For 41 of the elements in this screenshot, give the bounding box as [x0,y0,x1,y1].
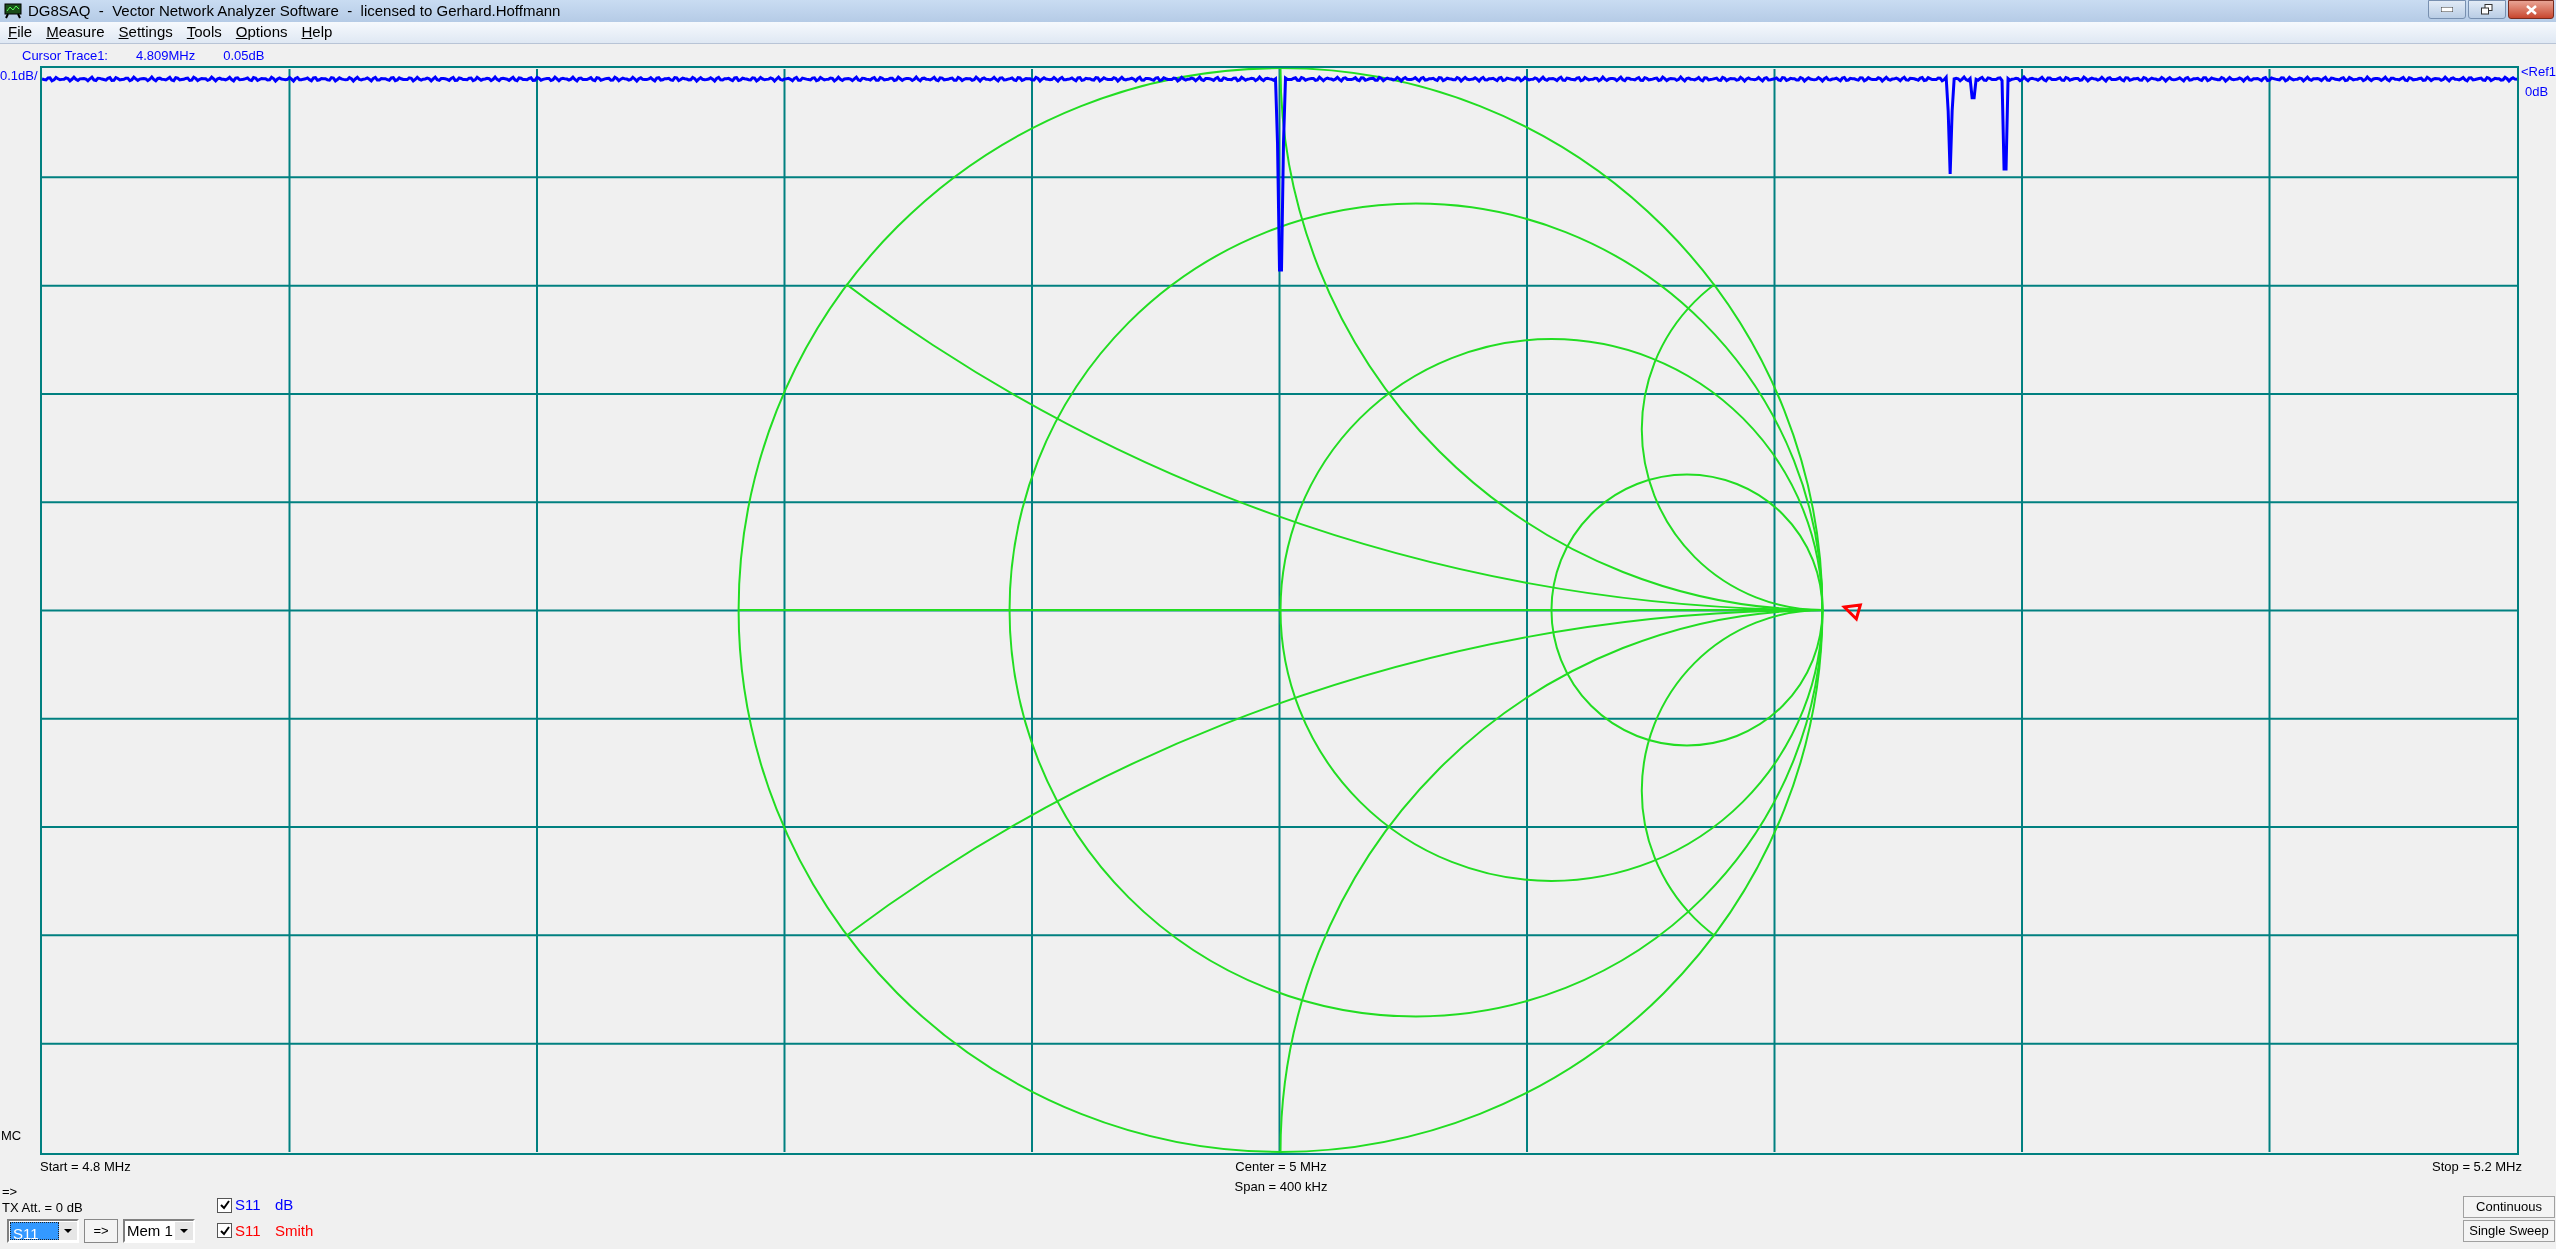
close-icon [2525,4,2537,15]
close-button[interactable] [2508,0,2554,19]
sweep-button[interactable]: Continuous [2463,1196,2555,1218]
menu-item[interactable]: Measure [39,21,112,44]
ref-label: <Ref1 [2520,63,2556,81]
menu-item[interactable]: Options [228,21,295,44]
start-label: Start = 4.8 MHz [40,1158,132,1176]
dropdown-value: S11 [10,1222,59,1240]
center-label: Center = 5 MHz [1235,1158,1327,1176]
trace-format: Smith [275,1220,314,1241]
cursor-label: Cursor Trace1: [22,47,108,66]
checkmark-icon [219,1200,230,1211]
menu-item[interactable]: Settings [111,21,180,44]
scale-label: 0.1dB/ [0,67,39,85]
menu-item[interactable]: Tools [179,21,229,44]
copy-to-memory-button[interactable]: => [84,1219,118,1243]
app-icon [4,3,22,19]
arrow-label: => [2,1184,19,1199]
trace-parameter: S11 [235,1220,262,1241]
menu-item[interactable]: Help [294,21,340,44]
sweep-button[interactable]: Single Sweep [2463,1220,2555,1242]
dropdown-value: Mem 1 [126,1220,174,1241]
tx-attenuation-label: TX Att. = 0 dB [2,1199,84,1217]
restore-button[interactable] [2468,0,2506,19]
memory-dropdown[interactable]: Mem 1 [123,1219,195,1243]
cursor-frequency: 4.809MHz [136,47,196,66]
trace-checkbox[interactable] [217,1223,232,1239]
minimize-icon [2441,7,2453,12]
marker-label: MC [0,1126,23,1145]
checkmark-icon [219,1225,230,1236]
cursor-value: 0.05dB [223,47,265,66]
window-title: DG8SAQ - Vector Network Analyzer Software - licensed to Gerhard.Hoffmann [28,0,561,21]
stop-label: Stop = 5.2 MHz [2431,1158,2522,1176]
trace-parameter: S11 [235,1195,262,1215]
restore-icon [2481,4,2493,15]
menu-item[interactable]: File [1,21,40,44]
ref-value: 0dB [2523,82,2550,101]
smith-trace [1841,603,1863,622]
span-label: Span = 400 kHz [1234,1177,1328,1196]
trace-checkbox[interactable] [217,1197,232,1213]
trace-format: dB [275,1195,294,1215]
